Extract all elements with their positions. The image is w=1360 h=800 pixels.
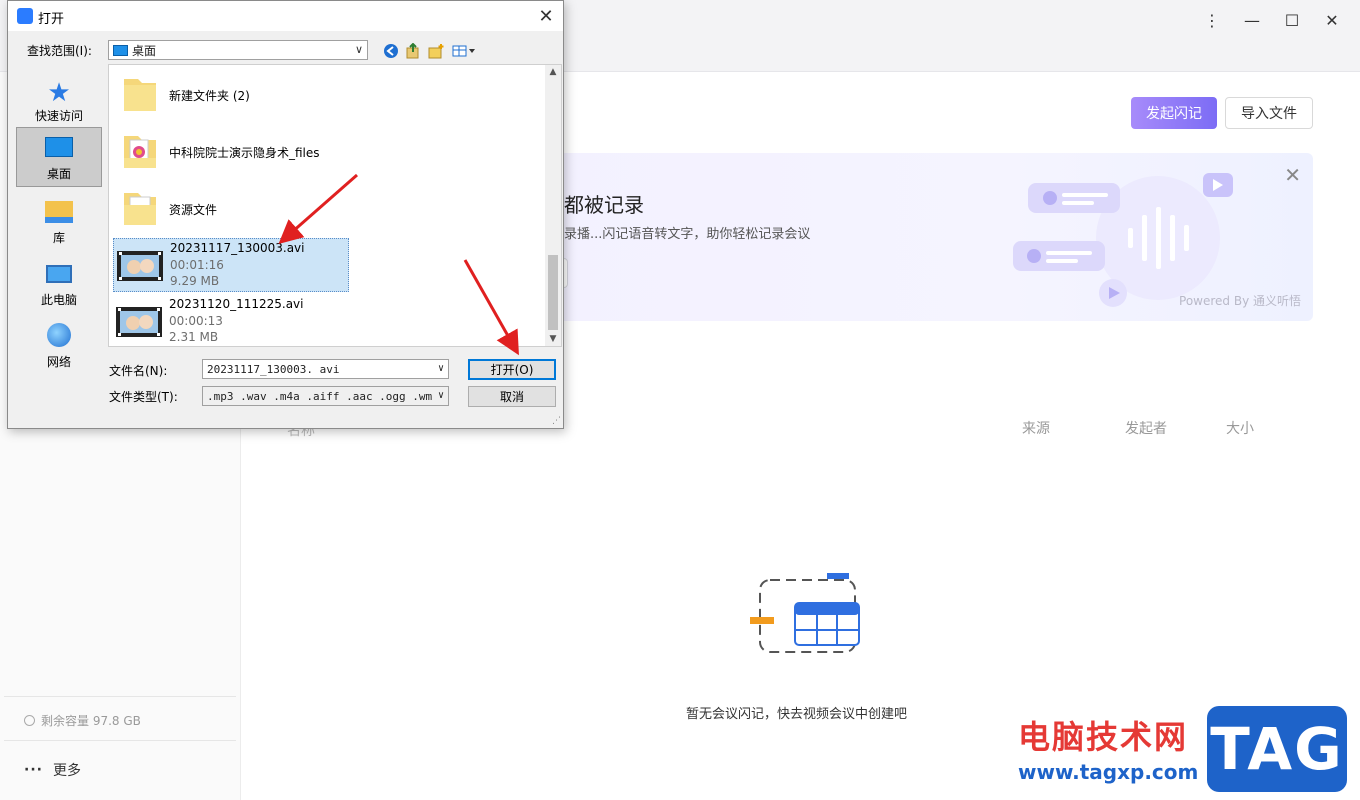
banner-title: 都被记录	[564, 193, 644, 217]
filename-label: 文件名(N):	[109, 364, 168, 378]
cancel-button[interactable]: 取消	[468, 386, 556, 407]
list-item-selected[interactable]: 20231117_130003.avi 00:01:16 9.29 MB	[113, 238, 349, 292]
maximize-button[interactable]: ☐	[1278, 8, 1306, 32]
star-icon: ★	[47, 78, 71, 108]
filetype-label: 文件类型(T):	[109, 390, 178, 404]
back-icon[interactable]	[382, 42, 400, 60]
list-item[interactable]: 资源文件	[113, 181, 349, 235]
column-header-source[interactable]: 来源	[1022, 418, 1050, 438]
look-in-value: 桌面	[132, 43, 157, 58]
voice-illustration	[1013, 173, 1233, 307]
more-label: 更多	[52, 763, 81, 779]
resize-grip-icon[interactable]: ⋰	[552, 416, 561, 426]
open-button[interactable]: 打开(O)	[468, 359, 556, 380]
empty-state-illustration	[750, 573, 860, 653]
file-duration: 00:01:16	[170, 258, 224, 272]
look-in-label: 查找范围(I):	[27, 44, 92, 58]
more-options-icon[interactable]: ⋮	[1198, 8, 1226, 32]
desktop-icon	[45, 137, 73, 157]
file-name: 中科院院士演示隐身术_files	[169, 146, 320, 160]
place-label: 库	[52, 231, 65, 245]
place-label: 此电脑	[40, 293, 77, 307]
file-size: 2.31 MB	[169, 330, 219, 344]
storage-label: 剩余容量 97.8 GB	[41, 714, 141, 728]
ellipsis-icon: ···	[24, 762, 43, 778]
file-name: 20231117_130003.avi	[170, 241, 305, 255]
filetype-dropdown[interactable]: .mp3 .wav .m4a .aiff .aac .ogg .wma . ∨	[202, 386, 449, 406]
start-flash-note-button[interactable]: 发起闪记	[1131, 97, 1217, 129]
computer-icon	[46, 265, 72, 283]
video-thumbnail-icon	[117, 245, 163, 287]
scroll-down-icon[interactable]: ▼	[545, 334, 561, 344]
promo-banner: 都被记录 录播...闪记语音转文字，助你轻松记录会议 ✕ Powered By …	[548, 153, 1313, 321]
up-folder-icon[interactable]	[404, 42, 422, 60]
file-name: 资源文件	[169, 203, 218, 217]
place-label: 网络	[46, 355, 71, 369]
file-name: 20231120_111225.avi	[169, 297, 304, 311]
place-desktop[interactable]: 桌面	[16, 127, 102, 187]
close-window-button[interactable]: ✕	[1318, 8, 1346, 32]
video-thumbnail-icon	[116, 301, 162, 343]
app-logo-icon	[17, 8, 33, 24]
scroll-thumb[interactable]	[548, 255, 558, 330]
places-bar: ★ 快速访问 桌面 库 此电脑 网络	[15, 64, 105, 419]
network-icon	[47, 323, 71, 347]
storage-info: 剩余容量 97.8 GB	[24, 712, 141, 729]
folder-icon	[116, 73, 162, 115]
folder-icon	[116, 130, 162, 172]
open-file-dialog: 打开 ✕ 查找范围(I): 桌面 ∨ ★ 快速访问 桌面 库 此电脑 网络 新建…	[7, 0, 564, 429]
more-button[interactable]: ··· 更多	[24, 760, 81, 780]
list-item[interactable]: 中科院院士演示隐身术_files	[113, 124, 349, 178]
place-network[interactable]: 网络	[16, 314, 102, 374]
filename-input[interactable]: 20231117_130003. avi ∨	[202, 359, 449, 379]
clock-icon	[24, 715, 35, 726]
watermark-url: www.tagxp.com	[1018, 760, 1199, 784]
place-label: 桌面	[46, 167, 71, 181]
dialog-titlebar: 打开 ✕	[8, 1, 563, 31]
folder-icon	[116, 187, 162, 229]
minimize-button[interactable]: —	[1238, 8, 1266, 32]
sidebar-divider	[4, 696, 236, 697]
dialog-close-button[interactable]: ✕	[533, 5, 559, 27]
chevron-down-icon: ∨	[354, 43, 363, 56]
new-folder-icon[interactable]	[427, 42, 445, 60]
watermark-tag-logo: TAG	[1207, 706, 1347, 792]
banner-close-icon[interactable]: ✕	[1284, 163, 1301, 187]
filetype-value: .mp3 .wav .m4a .aiff .aac .ogg .wma .	[207, 389, 432, 403]
chevron-down-icon[interactable]: ∨	[438, 390, 444, 401]
watermark: 电脑技术网 www.tagxp.com	[1018, 712, 1198, 784]
banner-subtitle: 录播...闪记语音转文字，助你轻松记录会议	[564, 227, 811, 242]
chevron-down-icon[interactable]: ∨	[438, 363, 444, 374]
powered-by-text: Powered By 通义听悟	[1179, 294, 1301, 308]
filename-value: 20231117_130003. avi	[207, 362, 340, 376]
place-quick-access[interactable]: ★ 快速访问	[16, 68, 102, 128]
look-in-dropdown[interactable]: 桌面 ∨	[108, 40, 368, 60]
view-menu-icon[interactable]	[452, 42, 478, 60]
column-header-initiator[interactable]: 发起者	[1125, 418, 1167, 438]
file-size: 9.29 MB	[170, 274, 220, 288]
file-duration: 00:00:13	[169, 314, 223, 328]
dialog-title: 打开	[38, 12, 65, 27]
file-list[interactable]: 新建文件夹 (2) 中科院院士演示隐身术_files 资源文件 20231117…	[108, 64, 562, 347]
list-item[interactable]: 新建文件夹 (2)	[113, 67, 349, 121]
list-item[interactable]: 20231120_111225.avi 00:00:13 2.31 MB	[113, 295, 349, 346]
place-label: 快速访问	[34, 109, 83, 123]
vertical-scrollbar[interactable]: ▲ ▼	[545, 65, 561, 346]
sidebar-divider	[4, 740, 236, 741]
library-icon	[45, 201, 73, 223]
place-library[interactable]: 库	[16, 190, 102, 250]
place-this-pc[interactable]: 此电脑	[16, 252, 102, 312]
file-name: 新建文件夹 (2)	[169, 89, 250, 103]
empty-state-text: 暂无会议闪记，快去视频会议中创建吧	[686, 707, 908, 722]
column-header-size[interactable]: 大小	[1226, 418, 1254, 438]
watermark-site-name: 电脑技术网	[1018, 718, 1189, 756]
import-file-button[interactable]: 导入文件	[1225, 97, 1313, 129]
desktop-small-icon	[113, 44, 128, 56]
scroll-up-icon[interactable]: ▲	[545, 67, 561, 77]
